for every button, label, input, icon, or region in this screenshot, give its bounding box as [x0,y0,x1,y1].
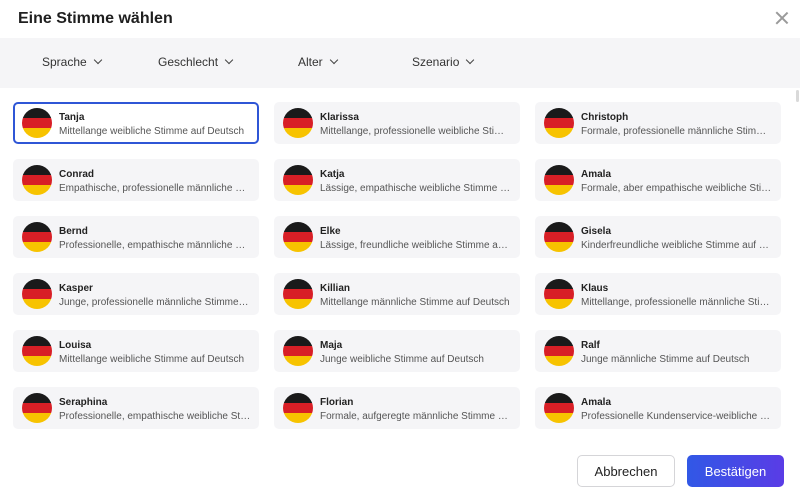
voice-name: Klaus [581,283,609,294]
voice-name: Gisela [581,226,612,237]
voice-description: Junge männliche Stimme auf Deutsch [581,354,750,365]
filter-label: Alter [298,55,323,69]
confirm-button[interactable]: Bestätigen [687,455,784,487]
filter-label: Sprache [42,55,87,69]
voice-name: Kasper [59,283,93,294]
voice-description: Lässige, freundliche weibliche Stimme au… [320,240,512,251]
voice-description: Empathische, professionelle männliche St… [59,183,251,194]
voice-card[interactable]: Killian Mittellange männliche Stimme auf … [274,273,520,315]
chevron-down-icon [93,55,102,65]
dialog-title: Eine Stimme wählen [18,10,173,27]
germany-flag-icon [544,336,574,366]
voice-name: Tanja [59,112,85,123]
filter-label: Szenario [412,55,460,69]
voice-name: Louisa [59,340,92,351]
chevron-down-icon [224,55,234,65]
voice-description: Mittellange männliche Stimme auf Deutsch [320,297,510,308]
germany-flag-icon [544,279,574,309]
filter-language[interactable]: Sprache [42,55,102,69]
voice-description: Formale, professionelle männliche Stimme… [581,126,773,137]
germany-flag-icon [283,393,313,423]
voice-description: Lässige, empathische weibliche Stimme au… [320,183,512,194]
voice-card[interactable]: Ralf Junge männliche Stimme auf Deutsch [535,330,781,372]
germany-flag-icon [22,222,52,252]
voice-card[interactable]: Christoph Formale, professionelle männlic… [535,102,781,144]
voice-card[interactable]: Amala Professionelle Kundenservice-weibli… [535,387,781,429]
germany-flag-icon [22,165,52,195]
germany-flag-icon [544,393,574,423]
germany-flag-icon [22,336,52,366]
voice-name: Christoph [581,112,629,123]
filter-gender[interactable]: Geschlecht [158,55,234,69]
germany-flag-icon [283,336,313,366]
voice-description: Mittellange weibliche Stimme auf Deutsch [59,126,245,137]
filter-bar: Sprache Geschlecht Alter Szenario [0,38,800,88]
voice-name: Bernd [59,226,88,237]
germany-flag-icon [22,393,52,423]
germany-flag-icon [22,279,52,309]
voice-card[interactable]: Klaus Mittellange, professionelle männlic… [535,273,781,315]
voice-card[interactable]: Amala Formale, aber empathische weibliche… [535,159,781,201]
voice-card[interactable]: Louisa Mittellange weibliche Stimme auf D… [13,330,259,372]
voice-card[interactable]: Florian Formale, aufgeregte männliche Sti… [274,387,520,429]
scrollbar-thumb[interactable] [796,90,799,102]
voice-card[interactable]: Tanja Mittellange weibliche Stimme auf De… [13,102,259,144]
voice-description: Kinderfreundliche weibliche Stimme auf D… [581,240,773,251]
dialog-header: Eine Stimme wählen [0,0,800,38]
voice-name: Elke [320,226,341,237]
cancel-button[interactable]: Abbrechen [577,455,675,487]
voice-name: Florian [320,397,354,408]
voice-description: Formale, aufgeregte männliche Stimme auf… [320,411,512,422]
voice-card[interactable]: Conrad Empathische, professionelle männli… [13,159,259,201]
voice-name: Amala [581,397,612,408]
filter-label: Geschlecht [158,55,219,69]
germany-flag-icon [283,108,313,138]
voice-name: Seraphina [59,397,108,408]
voice-name: Conrad [59,169,94,180]
voice-description: Formale, aber empathische weibliche Stim… [581,183,773,194]
voice-description: Professionelle, empathische männliche St… [59,240,251,251]
germany-flag-icon [544,222,574,252]
voice-name: Maja [320,340,343,351]
close-icon[interactable] [774,10,790,26]
voice-description: Mittellange, professionelle männliche St… [581,297,773,308]
voice-card[interactable]: Katja Lässige, empathische weibliche Stim… [274,159,520,201]
voice-card[interactable]: Seraphina Professionelle, empathische wei… [13,387,259,429]
voice-card[interactable]: Elke Lässige, freundliche weibliche Stimm… [274,216,520,258]
voice-description: Mittellange, professionelle weibliche St… [320,126,512,137]
filter-scenario[interactable]: Szenario [412,55,475,69]
voice-name: Killian [320,283,351,294]
voice-grid: Tanja Mittellange weibliche Stimme auf De… [13,102,781,429]
germany-flag-icon [22,108,52,138]
voice-card[interactable]: Klarissa Mittellange, professionelle weib… [274,102,520,144]
voice-card[interactable]: Maja Junge weibliche Stimme auf Deutsch [274,330,520,372]
voice-card[interactable]: Kasper Junge, professionelle männliche St… [13,273,259,315]
filter-age[interactable]: Alter [298,55,338,69]
chevron-down-icon [329,55,338,65]
voice-card[interactable]: Bernd Professionelle, empathische männlic… [13,216,259,258]
germany-flag-icon [283,222,313,252]
germany-flag-icon [283,165,313,195]
voice-description: Junge weibliche Stimme auf Deutsch [320,354,484,365]
germany-flag-icon [283,279,313,309]
voice-description: Professionelle Kundenservice-weibliche S… [581,411,773,422]
voice-description: Professionelle, empathische weibliche St… [59,411,251,422]
germany-flag-icon [544,108,574,138]
voice-card[interactable]: Gisela Kinderfreundliche weibliche Stimme… [535,216,781,258]
chevron-down-icon [466,55,475,65]
voice-description: Mittellange weibliche Stimme auf Deutsch [59,354,245,365]
germany-flag-icon [544,165,574,195]
voice-name: Klarissa [320,112,359,123]
voice-description: Junge, professionelle männliche Stimme a… [59,297,251,308]
voice-name: Amala [581,169,612,180]
voice-name: Katja [320,169,345,180]
voice-name: Ralf [581,340,600,351]
